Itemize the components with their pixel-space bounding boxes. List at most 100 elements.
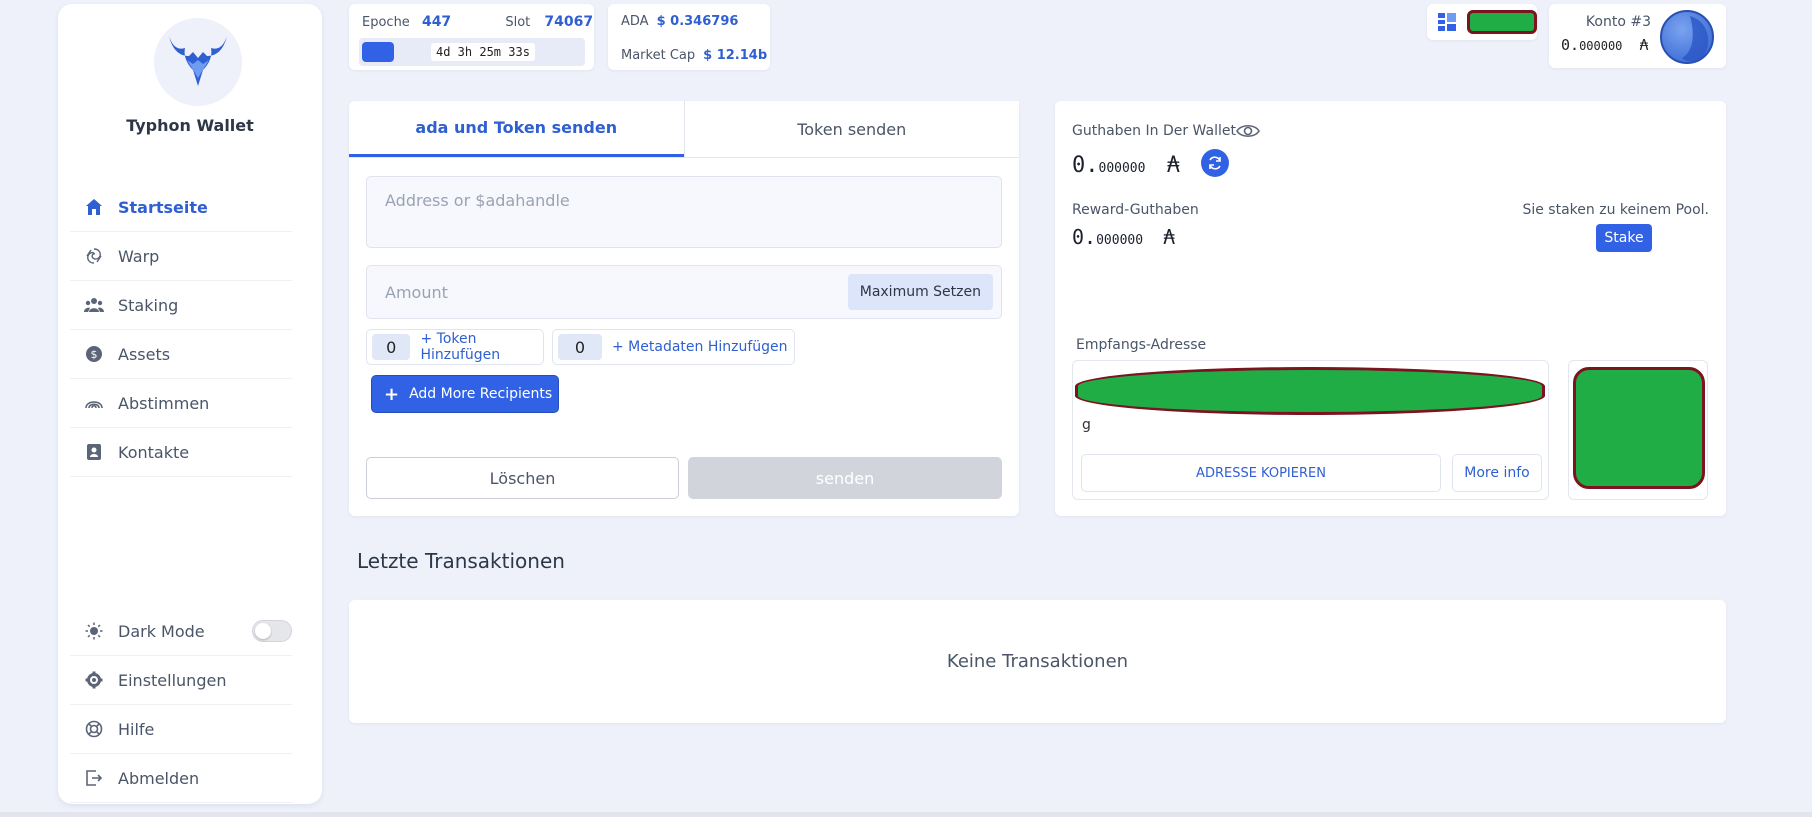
refresh-button[interactable] <box>1201 149 1229 177</box>
add-token-button[interactable]: 0 + Token Hinzufügen <box>366 329 544 365</box>
spiral-icon <box>84 246 104 266</box>
redacted-network-badge <box>1467 10 1537 34</box>
svg-text:$: $ <box>91 348 98 361</box>
stake-button[interactable]: Stake <box>1596 224 1652 252</box>
receive-address-label: Empfangs-Adresse <box>1076 337 1207 353</box>
slot-label: Slot <box>505 15 531 30</box>
send-tabs: ada und Token senden Token senden <box>349 101 1019 158</box>
stake-status: Sie staken zu keinem Pool. <box>1522 202 1709 218</box>
add-token-label: + Token Hinzufügen <box>420 331 501 363</box>
amount-placeholder: Amount <box>385 282 448 302</box>
market-cap-row: Market Cap $ 12.14b <box>621 48 767 63</box>
sidebar-item-startseite[interactable]: Startseite <box>70 183 292 232</box>
transactions-title: Letzte Transaktionen <box>357 549 565 573</box>
sun-icon <box>84 621 104 641</box>
sidebar-item-kontakte[interactable]: Kontakte <box>70 428 292 477</box>
send-button[interactable]: senden <box>688 457 1002 499</box>
dark-mode-toggle[interactable] <box>252 620 292 642</box>
sidebar-item-assets[interactable]: $ Assets <box>70 330 292 379</box>
sidebar-item-abstimmen[interactable]: Abstimmen <box>70 379 292 428</box>
sidebar-item-label: Kontakte <box>118 442 190 462</box>
epoch-row: Epoche 447 Slot 74067 <box>362 14 593 30</box>
sidebar-item-label: Staking <box>118 295 179 315</box>
people-icon <box>84 295 104 315</box>
add-metadata-button[interactable]: 0 + Metadaten Hinzufügen <box>552 329 795 365</box>
typhon-logo <box>154 18 242 106</box>
market-cap-label: Market Cap <box>621 48 696 63</box>
epoch-label: Epoche <box>362 15 410 30</box>
sidebar-item-einstellungen[interactable]: Einstellungen <box>70 656 292 705</box>
reward-balance-label: Reward-Guthaben <box>1072 202 1199 218</box>
sidebar-item-label: Startseite <box>118 197 208 217</box>
epoch-card: Epoche 447 Slot 74067 4d 3h 25m 33s <box>349 4 594 70</box>
set-maximum-button[interactable]: Maximum Setzen <box>847 274 993 310</box>
balance-panel: Guthaben In Der Wallet 0.000000 ₳ Reward… <box>1055 101 1726 516</box>
clear-button[interactable]: Löschen <box>366 457 679 499</box>
account-title: Konto #3 <box>1585 14 1651 30</box>
transactions-card: Keine Transaktionen <box>349 600 1726 723</box>
price-card: ADA $ 0.346796 Market Cap $ 12.14b <box>608 4 770 70</box>
metadata-count: 0 <box>558 334 602 360</box>
logout-icon <box>84 768 104 788</box>
account-card[interactable]: Konto #3 0.000000 ₳ <box>1549 4 1726 68</box>
bottom-divider <box>0 812 1812 817</box>
qr-code-box <box>1568 360 1708 500</box>
lifebuoy-icon <box>84 719 104 739</box>
sidebar-bottom: Dark Mode Einstellungen Hilfe Abmelden <box>70 607 292 803</box>
sidebar-item-label: Einstellungen <box>118 670 227 690</box>
reward-balance: 0.000000 ₳ <box>1072 225 1176 249</box>
tab-token-senden[interactable]: Token senden <box>683 101 1019 157</box>
add-recipients-button[interactable]: + Add More Recipients <box>371 375 559 413</box>
send-panel: ada und Token senden Token senden Addres… <box>349 101 1019 516</box>
account-balance: 0.000000 ₳ <box>1561 36 1649 54</box>
redacted-qr-code <box>1573 367 1705 489</box>
toolbar-card <box>1427 4 1537 40</box>
typhon-logo-icon <box>169 36 227 86</box>
add-recipients-label: Add More Recipients <box>409 386 553 402</box>
sidebar-item-staking[interactable]: Staking <box>70 281 292 330</box>
more-info-button[interactable]: More info <box>1452 454 1542 492</box>
contacts-icon <box>84 442 104 462</box>
coin-icon: $ <box>84 344 104 364</box>
sidebar-item-label: Abstimmen <box>118 393 210 413</box>
refresh-icon <box>1209 156 1221 170</box>
sidebar: Typhon Wallet Startseite Warp Staking $ … <box>58 4 322 804</box>
epoch-remaining: 4d 3h 25m 33s <box>431 43 535 61</box>
dark-mode-row: Dark Mode <box>70 607 292 656</box>
sidebar-item-label: Warp <box>118 246 160 266</box>
sidebar-item-abmelden[interactable]: Abmelden <box>70 754 292 803</box>
slot-value: 74067 <box>544 14 594 30</box>
eye-icon[interactable] <box>1236 122 1260 144</box>
wallet-balance-label: Guthaben In Der Wallet <box>1072 123 1236 139</box>
sidebar-item-label: Assets <box>118 344 171 364</box>
dashboard-icon[interactable] <box>1438 13 1456 35</box>
account-avatar[interactable] <box>1660 10 1714 64</box>
epoch-value: 447 <box>421 14 452 30</box>
copy-address-button[interactable]: ADRESSE KOPIEREN <box>1081 454 1441 492</box>
ada-label: ADA <box>621 14 649 29</box>
add-metadata-label: + Metadaten Hinzufügen <box>612 339 788 355</box>
epoch-progress: 4d 3h 25m 33s <box>359 38 585 66</box>
sidebar-item-warp[interactable]: Warp <box>70 232 292 281</box>
vote-icon <box>84 393 104 413</box>
plus-icon: + <box>384 383 400 405</box>
address-tail: g <box>1082 417 1091 433</box>
sidebar-nav: Startseite Warp Staking $ Assets Abstimm… <box>70 183 292 477</box>
tab-ada-token-senden[interactable]: ada und Token senden <box>349 101 684 157</box>
sidebar-item-label: Abmelden <box>118 768 200 788</box>
home-icon <box>84 197 104 217</box>
gear-icon <box>84 670 104 690</box>
epoch-progress-fill <box>362 42 394 62</box>
wallet-balance: 0.000000 ₳ <box>1072 153 1180 178</box>
redacted-address <box>1075 367 1545 415</box>
sidebar-item-label: Hilfe <box>118 719 155 739</box>
sidebar-item-hilfe[interactable]: Hilfe <box>70 705 292 754</box>
wallet-name: Typhon Wallet <box>126 116 254 135</box>
ada-price: $ 0.346796 <box>656 14 739 29</box>
token-count: 0 <box>372 334 411 360</box>
no-transactions-text: Keine Transaktionen <box>946 651 1129 672</box>
amount-input[interactable]: Amount Maximum Setzen <box>366 265 1002 319</box>
receive-address-box: g ADRESSE KOPIEREN More info <box>1072 360 1549 500</box>
address-input[interactable]: Address or $adahandle <box>366 176 1002 248</box>
market-cap-value: $ 12.14b <box>703 48 768 63</box>
